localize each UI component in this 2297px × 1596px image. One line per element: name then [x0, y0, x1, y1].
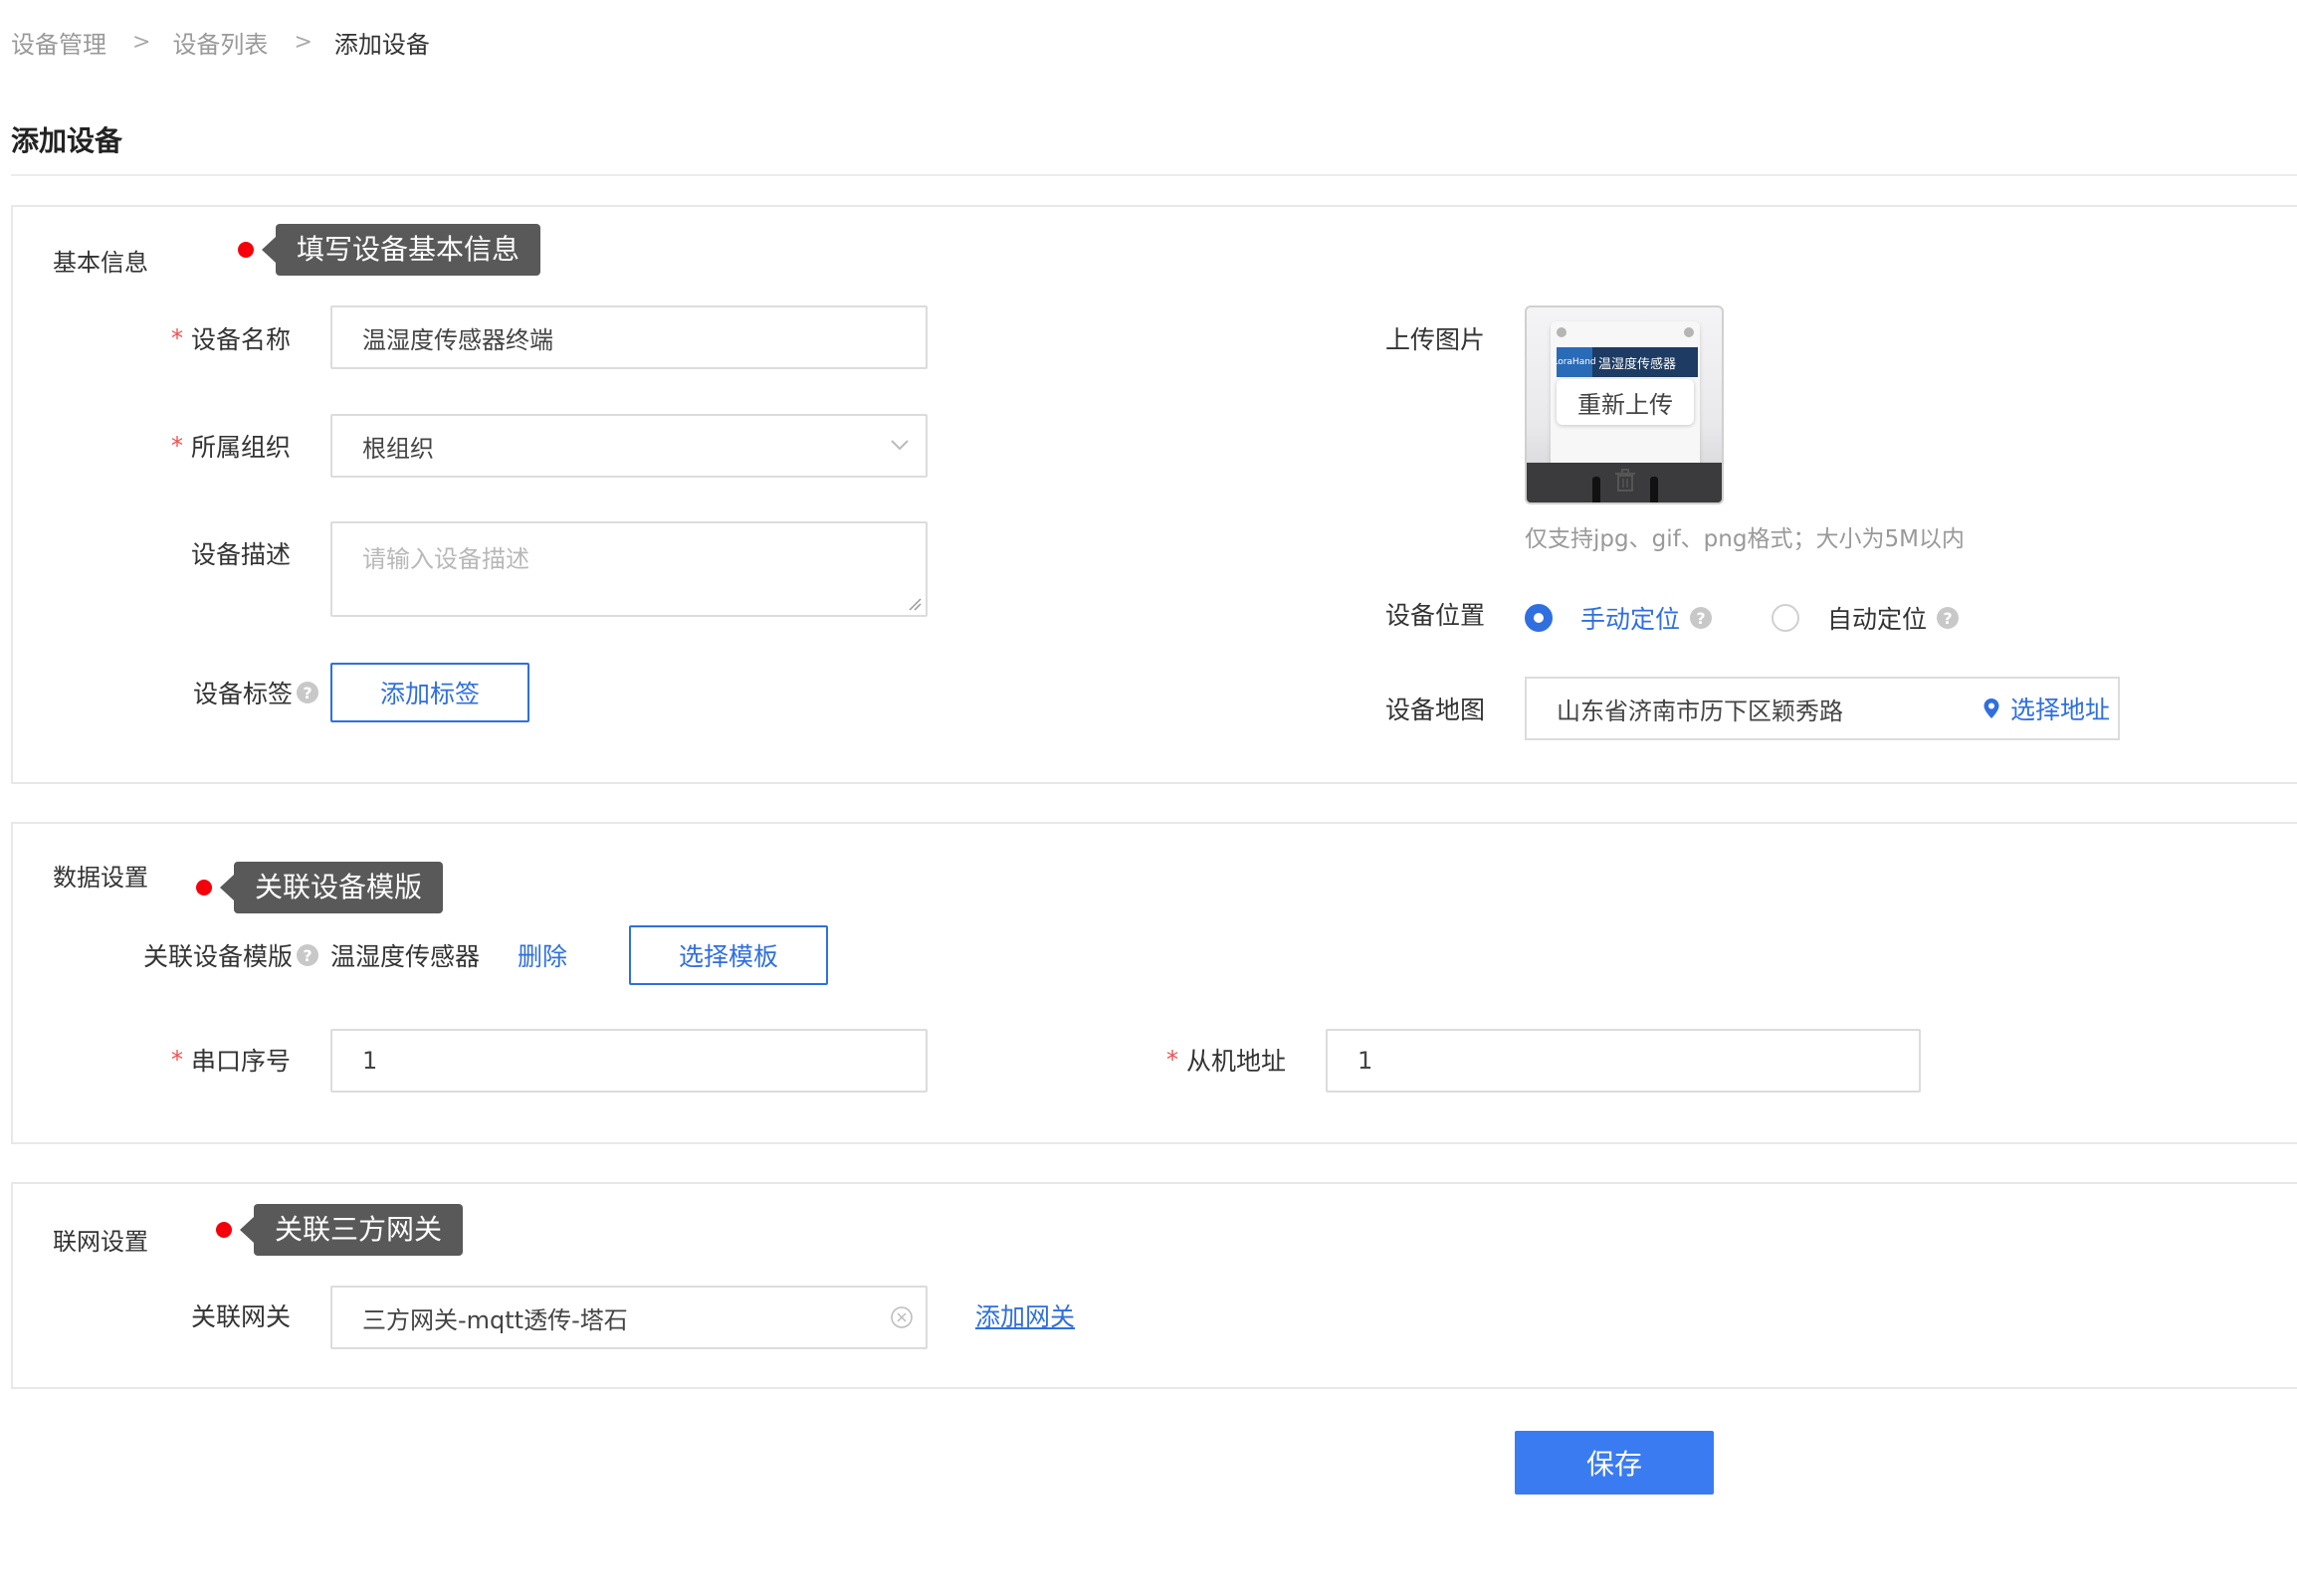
help-icon[interactable]: ?: [1690, 607, 1713, 629]
add-tag-button[interactable]: 添加标签: [330, 663, 529, 722]
help-icon[interactable]: ?: [1937, 607, 1960, 629]
device-nameplate: LoraHand 温湿度传感器: [1553, 347, 1698, 377]
breadcrumb-separator: >: [294, 29, 313, 55]
title-divider: [11, 174, 2297, 176]
tip-bubble: 关联设备模版: [219, 862, 444, 913]
upload-image-label: 上传图片: [1384, 325, 1485, 354]
description-label: 设备描述: [190, 540, 291, 569]
tip-dot: [216, 1222, 232, 1238]
slave-address-label: * 从机地址: [1165, 1046, 1286, 1076]
breadcrumb-current: 添加设备: [333, 30, 430, 59]
screw-icon: [1557, 327, 1566, 337]
network-settings-tip: 关联三方网关: [216, 1204, 464, 1256]
help-icon[interactable]: ?: [297, 682, 318, 703]
delete-template-link[interactable]: 删除: [518, 937, 567, 973]
required-mark: *: [1165, 1046, 1178, 1074]
map-label: 设备地图: [1384, 696, 1485, 724]
tags-label: 设备标签?: [149, 675, 318, 710]
breadcrumb: 设备管理 > 设备列表 > 添加设备: [11, 24, 430, 60]
serial-label: * 串口序号: [170, 1046, 291, 1076]
radio-checked-icon: [1525, 604, 1553, 632]
chevron-down-icon: [891, 440, 909, 451]
org-label: * 所属组织: [170, 432, 291, 462]
help-icon[interactable]: ?: [297, 944, 318, 966]
tip-dot: [238, 242, 254, 258]
required-mark: *: [170, 1046, 183, 1074]
data-settings-tip: 关联设备模版: [196, 862, 444, 913]
upload-hint: 仅支持jpg、gif、png格式；大小为5M以内: [1525, 526, 1965, 552]
map-address-input[interactable]: 山东省济南市历下区颖秀路 选择地址: [1525, 677, 2120, 740]
data-settings-label: 数据设置: [53, 864, 148, 892]
manual-location-radio[interactable]: 手动定位 ?: [1525, 600, 1713, 636]
gateway-label: 关联网关: [190, 1302, 291, 1331]
screw-icon: [1684, 327, 1694, 337]
location-pin-icon: [1984, 698, 1999, 718]
add-gateway-link[interactable]: 添加网关: [975, 1297, 1075, 1333]
page-title: 添加设备: [11, 124, 123, 157]
clear-icon[interactable]: [890, 1305, 914, 1329]
breadcrumb-device-list[interactable]: 设备列表: [172, 25, 268, 60]
location-label: 设备位置: [1384, 601, 1485, 630]
basic-info-label: 基本信息: [53, 249, 148, 277]
slave-address-input[interactable]: 1: [1326, 1029, 1921, 1093]
template-value: 温湿度传感器: [330, 942, 481, 971]
description-textarea[interactable]: 请输入设备描述: [330, 521, 928, 617]
cable: [1592, 477, 1600, 502]
auto-location-radio[interactable]: 自动定位 ?: [1772, 600, 1960, 636]
gateway-select[interactable]: 三方网关-mqtt透传-塔石: [330, 1286, 928, 1349]
tip-dot: [196, 880, 212, 896]
delete-icon[interactable]: [1614, 469, 1636, 493]
select-template-button[interactable]: 选择模板: [629, 925, 828, 985]
breadcrumb-separator: >: [132, 29, 151, 55]
tip-bubble: 关联三方网关: [239, 1204, 464, 1256]
template-label: 关联设备模版?: [129, 937, 318, 973]
required-mark: *: [170, 432, 183, 460]
reupload-button[interactable]: 重新上传: [1557, 379, 1694, 425]
device-name-label: * 设备名称: [170, 324, 291, 354]
network-settings-label: 联网设置: [53, 1228, 148, 1256]
tip-bubble: 填写设备基本信息: [261, 224, 541, 276]
select-address-button[interactable]: 选择地址: [1983, 679, 2110, 738]
uploaded-image-thumbnail[interactable]: LoraHand 温湿度传感器 重新上传: [1525, 305, 1724, 504]
resize-handle-icon[interactable]: [908, 597, 922, 611]
radio-unchecked-icon: [1772, 604, 1799, 632]
cable: [1650, 477, 1658, 502]
basic-info-tip: 填写设备基本信息: [238, 224, 541, 276]
save-button[interactable]: 保存: [1515, 1431, 1714, 1495]
device-name-input[interactable]: 温湿度传感器终端: [330, 305, 928, 369]
org-select[interactable]: 根组织: [330, 414, 928, 478]
breadcrumb-device-management[interactable]: 设备管理: [11, 25, 106, 60]
serial-input[interactable]: 1: [330, 1029, 928, 1093]
data-settings-section: 数据设置 关联设备模版: [11, 822, 2297, 1144]
required-mark: *: [170, 324, 183, 352]
